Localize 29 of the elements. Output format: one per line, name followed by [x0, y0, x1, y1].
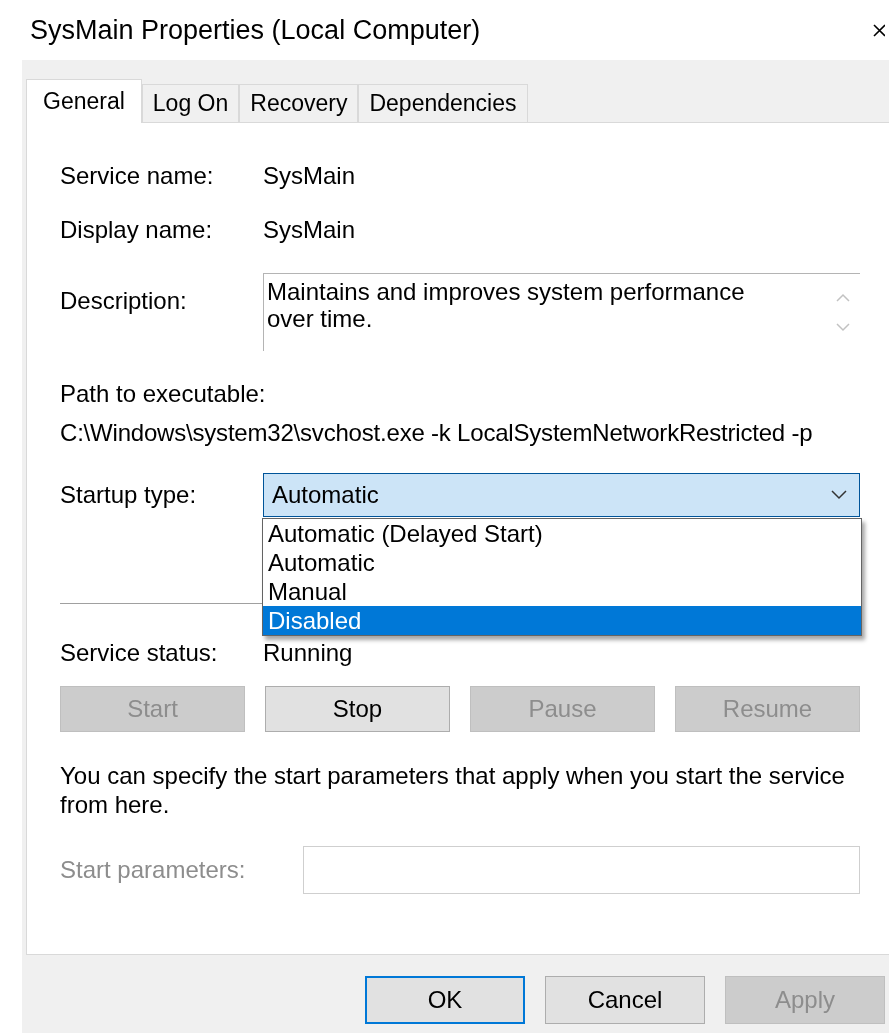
field-label: Startup type:: [60, 481, 198, 509]
window-title: SysMain Properties (Local Computer): [30, 14, 481, 46]
field-label: Description:: [60, 287, 188, 315]
tab[interactable]: Dependencies: [358, 84, 528, 122]
dropdown-option[interactable]: Automatic (Delayed Start): [263, 519, 861, 548]
dialog-button[interactable]: OK: [365, 976, 525, 1024]
dropdown-option[interactable]: Disabled: [263, 606, 861, 635]
field-value: SysMain: [263, 162, 356, 190]
dialog-button[interactable]: Cancel: [545, 976, 705, 1024]
scroll-up-icon[interactable]: [836, 292, 850, 302]
dropdown-option[interactable]: Automatic: [263, 548, 861, 577]
field-label: Path to executable:: [60, 380, 267, 408]
field-value: Running: [263, 639, 353, 667]
startup-type-dropdown[interactable]: Automatic: [263, 473, 860, 517]
field-value: SysMain: [263, 216, 356, 244]
dropdown-option[interactable]: Manual: [263, 577, 861, 606]
field-label: Service name:: [60, 162, 215, 190]
service-button[interactable]: Stop: [265, 686, 450, 732]
tab[interactable]: Log On: [141, 84, 240, 122]
tab[interactable]: General: [26, 79, 142, 123]
scroll-down-icon[interactable]: [836, 323, 850, 333]
field-label: Service status:: [60, 639, 219, 667]
chevron-down-icon: [831, 490, 847, 500]
hint-text: You can specify the start parameters that apply when you start the service from here.: [60, 761, 846, 819]
executable-path: C:\Windows\system32\svchost.exe -k LocalSystemNetworkRestricted -p: [60, 419, 814, 447]
field-label: Display name:: [60, 216, 214, 244]
field-label: Start parameters:: [60, 856, 247, 884]
tab[interactable]: Recovery: [239, 84, 359, 122]
description-box[interactable]: Maintains and improves system performance over time.: [263, 273, 860, 351]
